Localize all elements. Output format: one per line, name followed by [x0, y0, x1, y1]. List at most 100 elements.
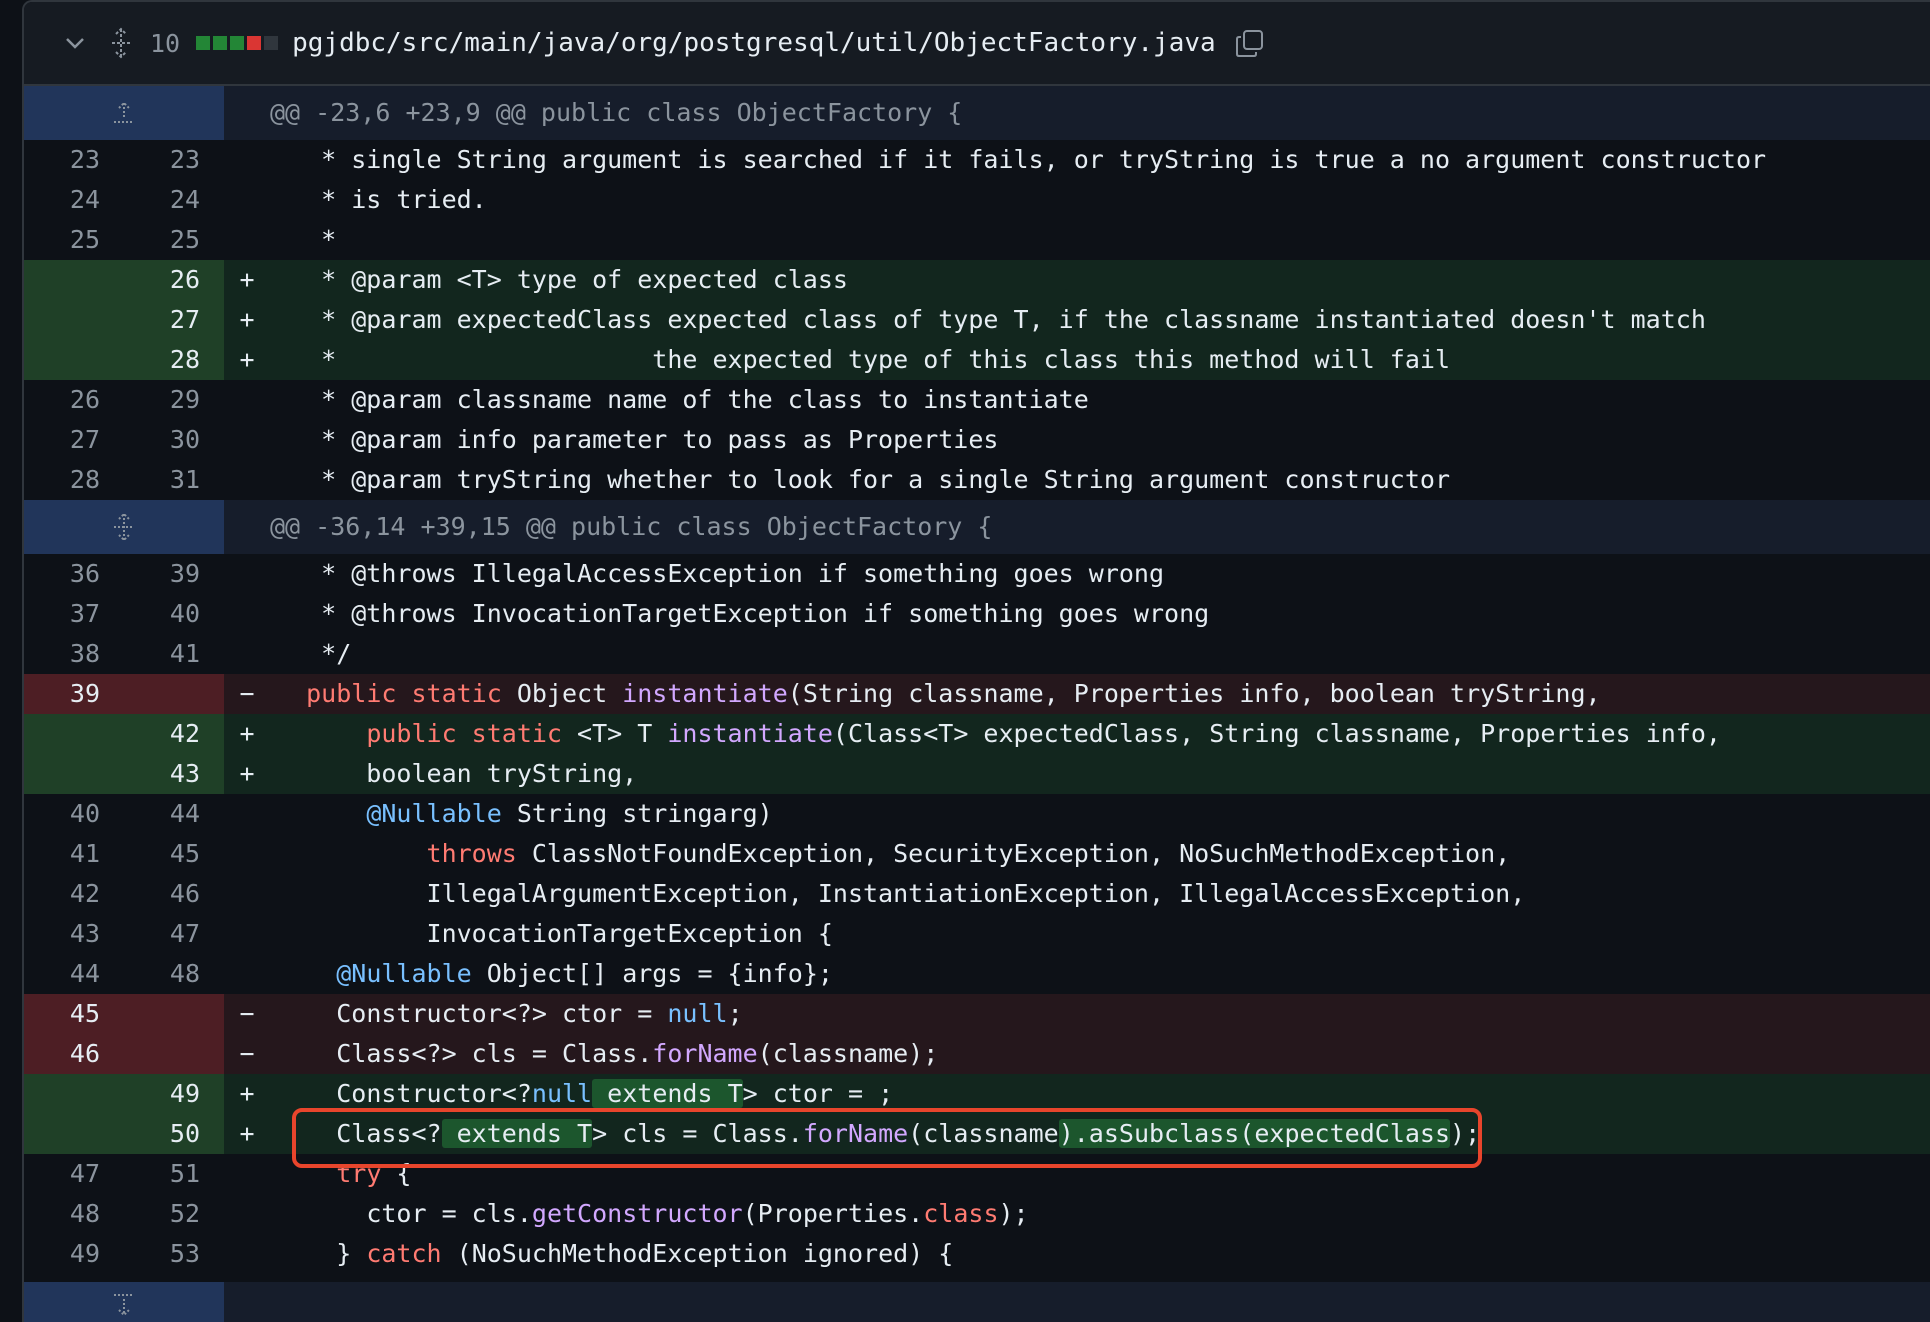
- new-line-number[interactable]: 41: [124, 634, 224, 674]
- old-line-number[interactable]: 26: [24, 380, 124, 420]
- new-line-number[interactable]: 24: [124, 180, 224, 220]
- code-token: class: [923, 1199, 999, 1228]
- old-line-number[interactable]: [24, 300, 124, 340]
- diff-marker: +: [239, 265, 255, 294]
- added-line: 43 + boolean tryString,: [24, 754, 1930, 794]
- new-line-number[interactable]: 50: [124, 1114, 224, 1154]
- old-line-number[interactable]: 43: [24, 914, 124, 954]
- drag-handle-icon[interactable]: [108, 26, 134, 60]
- expand-down-button[interactable]: [24, 1282, 224, 1322]
- old-line-number[interactable]: [24, 714, 124, 754]
- new-line-number[interactable]: [124, 994, 224, 1034]
- old-line-number[interactable]: 38: [24, 634, 124, 674]
- code-token: public static: [366, 719, 562, 748]
- code-text: * @throws InvocationTargetException if s…: [260, 594, 1930, 634]
- new-line-number[interactable]: 39: [124, 554, 224, 594]
- old-line-number[interactable]: 25: [24, 220, 124, 260]
- old-line-number[interactable]: 23: [24, 140, 124, 180]
- old-line-number[interactable]: [24, 1074, 124, 1114]
- old-line-number[interactable]: [24, 754, 124, 794]
- new-line-number[interactable]: 29: [124, 380, 224, 420]
- diffstat-block: [264, 36, 279, 50]
- new-line-number[interactable]: 28: [124, 340, 224, 380]
- new-line-number[interactable]: 40: [124, 594, 224, 634]
- diff-marker: [224, 420, 260, 460]
- new-line-number[interactable]: 26: [124, 260, 224, 300]
- diff-marker: +: [239, 1079, 255, 1108]
- old-line-number[interactable]: 47: [24, 1154, 124, 1194]
- old-line-number[interactable]: [24, 260, 124, 300]
- context-line: 27 30 * @param info parameter to pass as …: [24, 420, 1930, 460]
- context-line: 43 47 InvocationTargetException {: [24, 914, 1930, 954]
- old-line-number[interactable]: 37: [24, 594, 124, 634]
- context-line: 47 51 try {: [24, 1154, 1930, 1194]
- new-line-number[interactable]: 31: [124, 460, 224, 500]
- context-line: 24 24 * is tried.: [24, 180, 1930, 220]
- new-line-number[interactable]: 27: [124, 300, 224, 340]
- file-path[interactable]: pgjdbc/src/main/java/org/postgresql/util…: [292, 28, 1216, 58]
- code-segment: * @throws IllegalAccessException if some…: [276, 559, 1165, 588]
- old-line-number[interactable]: 27: [24, 420, 124, 460]
- hunk-header: @@ -36,14 +39,15 @@ public class ObjectF…: [24, 500, 1930, 554]
- new-line-number[interactable]: 44: [124, 794, 224, 834]
- new-line-number[interactable]: 43: [124, 754, 224, 794]
- new-line-number[interactable]: 49: [124, 1074, 224, 1114]
- code-text: * @param <T> type of expected class: [260, 260, 1930, 300]
- old-line-number[interactable]: 44: [24, 954, 124, 994]
- new-line-number[interactable]: 42: [124, 714, 224, 754]
- old-line-number[interactable]: 36: [24, 554, 124, 594]
- old-line-number[interactable]: 48: [24, 1194, 124, 1234]
- new-line-number[interactable]: 53: [124, 1234, 224, 1274]
- code-token: Object[] args = {info};: [471, 959, 833, 988]
- old-line-number[interactable]: 24: [24, 180, 124, 220]
- code-token: instantiate: [667, 719, 833, 748]
- old-line-number[interactable]: 28: [24, 460, 124, 500]
- code-token: (Class<T> expectedClass, String classnam…: [832, 719, 1721, 748]
- new-line-number[interactable]: [124, 1034, 224, 1074]
- new-line-number[interactable]: 52: [124, 1194, 224, 1234]
- new-line-number[interactable]: 23: [124, 140, 224, 180]
- code-segment: * @param expectedClass expected class of…: [276, 305, 1706, 334]
- added-line: 49 + Constructor<?null extends T> ctor = …: [24, 1074, 1930, 1114]
- copy-icon[interactable]: [1234, 27, 1266, 59]
- old-line-number[interactable]: [24, 340, 124, 380]
- old-line-number[interactable]: 49: [24, 1234, 124, 1274]
- diffstat-block: [213, 36, 228, 50]
- added-line: 28 + * the expected type of this class th…: [24, 340, 1930, 380]
- old-line-number[interactable]: 39: [24, 674, 124, 714]
- new-line-number[interactable]: 48: [124, 954, 224, 994]
- old-line-number[interactable]: 42: [24, 874, 124, 914]
- old-line-number[interactable]: 46: [24, 1034, 124, 1074]
- new-line-number[interactable]: 25: [124, 220, 224, 260]
- code-segment: IllegalArgumentException, InstantiationE…: [276, 879, 1526, 908]
- code-segment: * @throws InvocationTargetException if s…: [276, 599, 1210, 628]
- new-line-number[interactable]: 51: [124, 1154, 224, 1194]
- new-line-number[interactable]: [124, 674, 224, 714]
- code-segment: InvocationTargetException {: [276, 919, 833, 948]
- old-line-number[interactable]: 41: [24, 834, 124, 874]
- code-segment: * the expected type of this class this m…: [276, 345, 1450, 374]
- new-line-number[interactable]: 45: [124, 834, 224, 874]
- expand-both-button[interactable]: [24, 500, 224, 554]
- code-token: instantiate: [622, 679, 788, 708]
- code-token: );: [998, 1199, 1029, 1228]
- deleted-line: 46 − Class<?> cls = Class.forName(classna…: [24, 1034, 1930, 1074]
- new-line-number[interactable]: 30: [124, 420, 224, 460]
- code-text: * the expected type of this class this m…: [260, 340, 1930, 380]
- new-line-number[interactable]: 47: [124, 914, 224, 954]
- code-text: * is tried.: [260, 180, 1930, 220]
- old-line-number[interactable]: [24, 1114, 124, 1154]
- diff-marker: [224, 594, 260, 634]
- code-token: }: [336, 1239, 367, 1268]
- code-token: try: [336, 1159, 382, 1188]
- old-line-number[interactable]: 45: [24, 994, 124, 1034]
- diff-marker: −: [239, 1039, 255, 1068]
- new-line-number[interactable]: 46: [124, 874, 224, 914]
- code-text: } catch (NoSuchMethodException ignored) …: [260, 1234, 1930, 1274]
- code-segment: * @param info parameter to pass as Prope…: [276, 425, 999, 454]
- old-line-number[interactable]: 40: [24, 794, 124, 834]
- expand-up-button[interactable]: [24, 86, 224, 140]
- collapse-chevron-icon[interactable]: [64, 32, 86, 54]
